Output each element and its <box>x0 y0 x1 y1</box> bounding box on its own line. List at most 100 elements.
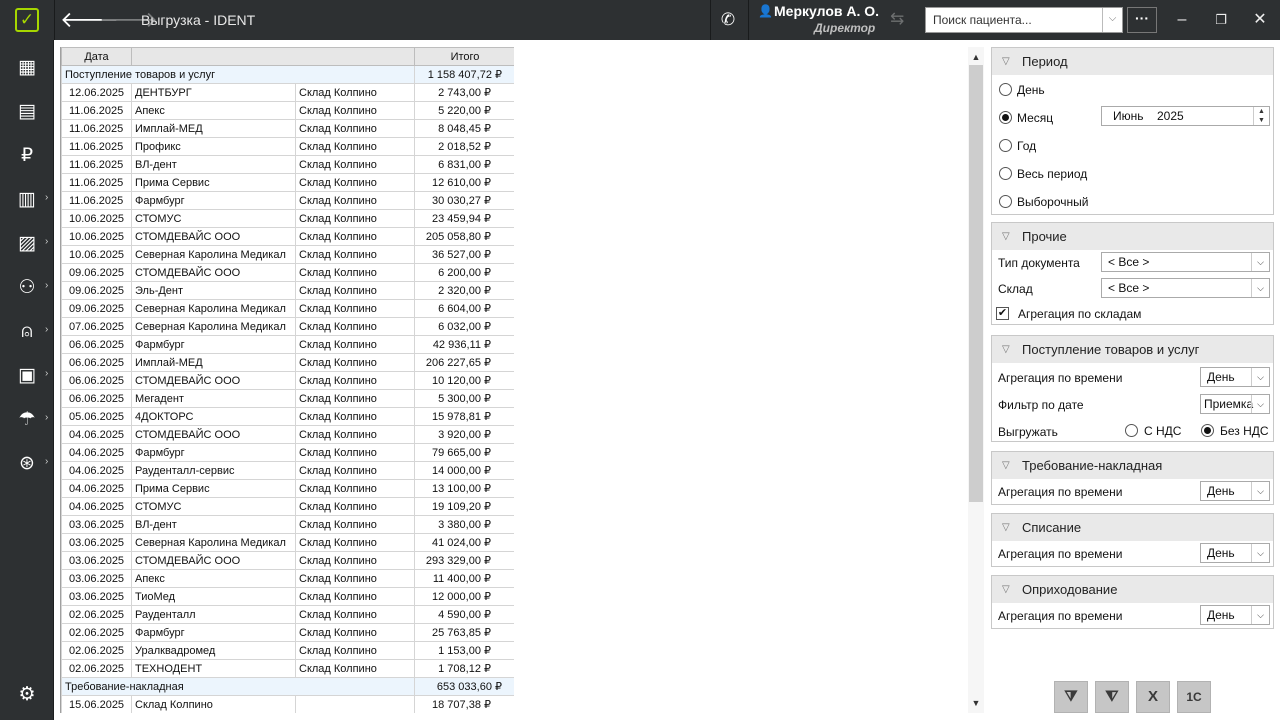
column-header-blank[interactable] <box>131 47 415 66</box>
table-row[interactable]: 06.06.2025 Фармбург Склад Колпино 42 936,11… <box>61 335 514 354</box>
sidebar-item-tooth[interactable]: ⍝ › <box>0 310 54 354</box>
sidebar-item-ruble[interactable]: ₽ <box>0 134 54 178</box>
export-grid[interactable]: Дата Итого Поступление товаров и услуг 1 … <box>60 47 514 713</box>
scroll-down-icon[interactable]: ▼ <box>968 695 984 711</box>
spin-down-icon[interactable]: ▼ <box>1253 116 1269 125</box>
period-radio-2[interactable] <box>999 139 1012 152</box>
1c-export-button[interactable]: 1C <box>1177 681 1211 713</box>
receipts-header[interactable]: ▽ Поступление товаров и услуг <box>992 336 1273 363</box>
sidebar-item-tasks[interactable]: ▤ <box>0 90 54 134</box>
table-row[interactable]: 03.06.2025 ТиоМед Склад Колпино 12 000,00 ₽ <box>61 587 514 606</box>
requisition-header[interactable]: ▽ Требование-накладная <box>992 452 1273 479</box>
chevron-down-icon[interactable]: ⌵ <box>1251 253 1269 271</box>
table-row[interactable]: 06.06.2025 Имплай-МЕД Склад Колпино 206 227… <box>61 353 514 372</box>
table-row[interactable]: 11.06.2025 Прима Сервис Склад Колпино 12 61… <box>61 173 514 192</box>
app-logo[interactable]: ✓ <box>0 0 54 40</box>
phone-call-icon[interactable]: ✆ <box>712 7 744 33</box>
table-row[interactable]: 02.06.2025 Рауденталл Склад Колпино 4 590,0… <box>61 605 514 624</box>
requisition-time-agg-select[interactable]: День ⌵ <box>1200 481 1270 501</box>
writeoff-header[interactable]: ▽ Списание <box>992 514 1273 541</box>
table-row[interactable]: 09.06.2025 Северная Каролина Медикал Склад… <box>61 299 514 318</box>
chevron-down-icon[interactable]: ⌵ <box>1251 395 1269 413</box>
collapse-triangle-icon[interactable]: ▽ <box>1002 336 1010 363</box>
group-row[interactable]: Требование-накладная 653 033,60 ₽ <box>61 677 514 696</box>
table-row[interactable]: 03.06.2025 СТОМДЕВАЙС ООО Склад Колпино 293… <box>61 551 514 570</box>
vat-with-radio[interactable] <box>1125 424 1138 437</box>
writeoff-time-agg-select[interactable]: День ⌵ <box>1200 543 1270 563</box>
scroll-up-icon[interactable]: ▲ <box>968 49 984 65</box>
chevron-down-icon[interactable]: ⌵ <box>1251 606 1269 624</box>
table-row[interactable]: 11.06.2025 Апекс Склад Колпино 5 220,00 ₽ <box>61 101 514 120</box>
date-filter-select[interactable]: Приемка ⌵ <box>1200 394 1270 414</box>
sidebar-item-cash-register[interactable]: ▥ › <box>0 178 54 222</box>
table-row[interactable]: 11.06.2025 Профикс Склад Колпино 2 018,52 ₽ <box>61 137 514 156</box>
collapse-triangle-icon[interactable]: ▽ <box>1002 576 1010 603</box>
doc-type-select[interactable]: < Все > ⌵ <box>1101 252 1270 272</box>
table-row[interactable]: 02.06.2025 Фармбург Склад Колпино 25 763,85… <box>61 623 514 642</box>
table-row[interactable]: 04.06.2025 СТОМДЕВАЙС ООО Склад Колпино 3 9… <box>61 425 514 444</box>
chevron-down-icon[interactable]: ⌵ <box>1251 544 1269 562</box>
period-header[interactable]: ▽ Период <box>992 48 1273 75</box>
sidebar-item-insurance-umbrella[interactable]: ☂ › <box>0 398 54 442</box>
table-row[interactable]: 11.06.2025 ВЛ-дент Склад Колпино 6 831,00 ₽ <box>61 155 514 174</box>
minimize-icon[interactable]: – <box>1171 9 1193 31</box>
collapse-triangle-icon[interactable]: ▽ <box>1002 48 1010 75</box>
posting-header[interactable]: ▽ Оприходование <box>992 576 1273 603</box>
table-row[interactable]: 09.06.2025 СТОМДЕВАЙС ООО Склад Колпино 6 2… <box>61 263 514 282</box>
period-radio-0[interactable] <box>999 83 1012 96</box>
table-row[interactable]: 05.06.2025 4ДОКТОРС Склад Колпино 15 978,81… <box>61 407 514 426</box>
period-radio-3[interactable] <box>999 167 1012 180</box>
patient-search-input[interactable]: Поиск пациента... ⌵ <box>925 7 1123 33</box>
table-row[interactable]: 06.06.2025 СТОМДЕВАЙС ООО Склад Колпино 10 … <box>61 371 514 390</box>
column-header-total[interactable]: Итого <box>414 47 514 66</box>
table-row[interactable]: 03.06.2025 ВЛ-дент Склад Колпино 3 380,00 ₽ <box>61 515 514 534</box>
back-arrow-icon[interactable]: 🡐 <box>60 6 119 34</box>
sidebar-item-warehouse[interactable]: ▣ › <box>0 354 54 398</box>
chevron-down-icon[interactable]: ⌵ <box>1251 482 1269 500</box>
table-row[interactable]: 09.06.2025 Эль-Дент Склад Колпино 2 320,00 … <box>61 281 514 300</box>
table-row[interactable]: 04.06.2025 Фармбург Склад Колпино 79 665,00… <box>61 443 514 462</box>
table-row[interactable]: 15.06.2025 Склад Колпино 18 707,38 ₽ <box>61 695 514 713</box>
table-row[interactable]: 11.06.2025 Имплай-МЕД Склад Колпино 8 048,4… <box>61 119 514 138</box>
vat-without-radio[interactable] <box>1201 424 1214 437</box>
sidebar-item-settings-gear[interactable]: ⚙ <box>0 673 54 717</box>
period-radio-1[interactable] <box>999 111 1012 124</box>
table-row[interactable]: 04.06.2025 СТОМУС Склад Колпино 19 109,20 ₽ <box>61 497 514 516</box>
month-year-spinner[interactable]: Июнь 2025 ▲ ▼ <box>1101 106 1270 126</box>
table-row[interactable]: 04.06.2025 Рауденталл-сервис Склад Колпино… <box>61 461 514 480</box>
table-row[interactable]: 11.06.2025 Фармбург Склад Колпино 30 030,27… <box>61 191 514 210</box>
table-row[interactable]: 04.06.2025 Прима Сервис Склад Колпино 13 10… <box>61 479 514 498</box>
transfer-icon[interactable]: ⇆ <box>890 9 904 29</box>
posting-time-agg-select[interactable]: День ⌵ <box>1200 605 1270 625</box>
table-row[interactable]: 03.06.2025 Северная Каролина Медикал Склад… <box>61 533 514 552</box>
user-name[interactable]: Меркулов А. О. <box>774 3 879 19</box>
excel-export-button[interactable]: X <box>1136 681 1170 713</box>
sidebar-item-staff[interactable]: ⚇ › <box>0 266 54 310</box>
table-row[interactable]: 07.06.2025 Северная Каролина Медикал Склад… <box>61 317 514 336</box>
table-row[interactable]: 12.06.2025 ДЕНТБУРГ Склад Колпино 2 743,00 … <box>61 83 514 102</box>
scroll-thumb[interactable] <box>969 65 983 502</box>
chevron-down-icon[interactable]: ⌵ <box>1251 279 1269 297</box>
sidebar-item-reports[interactable]: ▨ › <box>0 222 54 266</box>
restore-icon[interactable]: ❐ <box>1210 9 1232 31</box>
period-radio-4[interactable] <box>999 195 1012 208</box>
collapse-triangle-icon[interactable]: ▽ <box>1002 452 1010 479</box>
table-row[interactable]: 10.06.2025 СТОМУС Склад Колпино 23 459,94 ₽ <box>61 209 514 228</box>
collapse-triangle-icon[interactable]: ▽ <box>1002 514 1010 541</box>
table-row[interactable]: 10.06.2025 СТОМДЕВАЙС ООО Склад Колпино 205… <box>61 227 514 246</box>
more-options-button[interactable]: ··· <box>1127 7 1157 33</box>
collapse-triangle-icon[interactable]: ▽ <box>1002 223 1010 250</box>
spin-up-icon[interactable]: ▲ <box>1253 107 1269 116</box>
table-row[interactable]: 06.06.2025 Мегадент Склад Колпино 5 300,00 … <box>61 389 514 408</box>
table-row[interactable]: 10.06.2025 Северная Каролина Медикал Склад… <box>61 245 514 264</box>
sidebar-item-calendar[interactable]: ▦ <box>0 46 54 90</box>
vertical-scrollbar[interactable]: ▲ ▼ <box>968 47 984 713</box>
table-row[interactable]: 02.06.2025 Уралквадромед Склад Колпино 1 15… <box>61 641 514 660</box>
aggregate-warehouses-checkbox[interactable]: ✔ <box>996 307 1009 320</box>
other-header[interactable]: ▽ Прочие <box>992 223 1273 250</box>
receipts-time-agg-select[interactable]: День ⌵ <box>1200 367 1270 387</box>
sidebar-item-payments[interactable]: ⊛ › <box>0 442 54 486</box>
table-row[interactable]: 02.06.2025 ТЕХНОДЕНТ Склад Колпино 1 708,12… <box>61 659 514 678</box>
chevron-down-icon[interactable]: ⌵ <box>1102 8 1122 32</box>
forward-arrow-icon[interactable]: 🡒 <box>99 6 158 34</box>
